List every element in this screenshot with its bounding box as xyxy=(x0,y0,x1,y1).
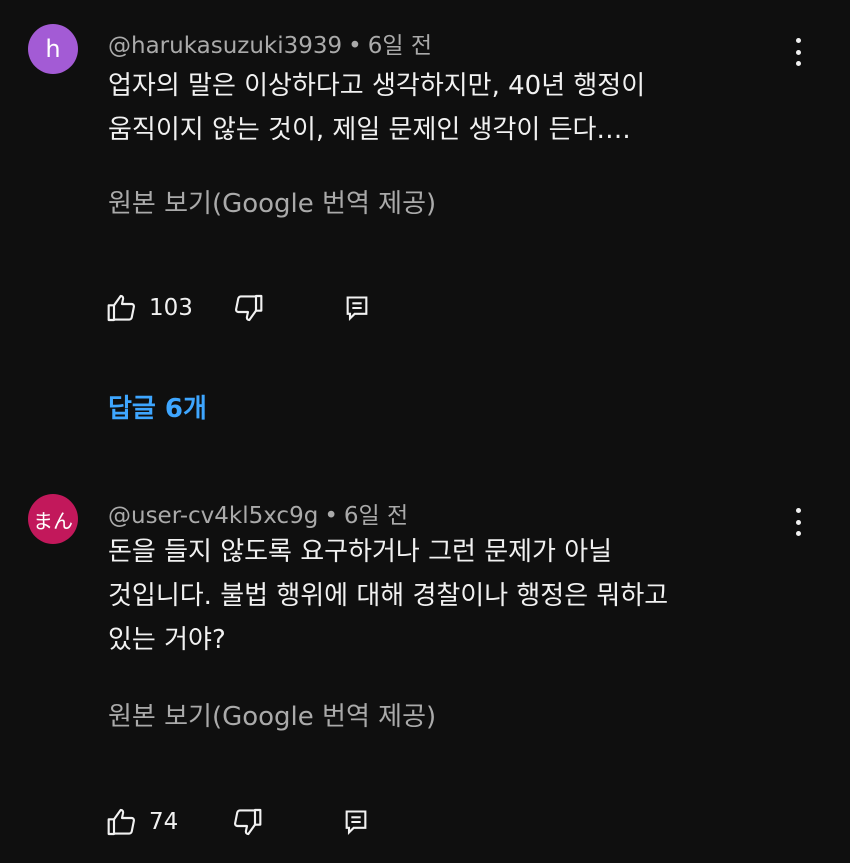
comment-time[interactable]: 6일 전 xyxy=(368,33,432,59)
replies-toggle[interactable]: 답글 6개 xyxy=(108,388,207,425)
like-count: 74 xyxy=(149,809,179,835)
comment-line: 업자의 말은 이상하다고 생각하지만, 40년 행정이 xyxy=(108,71,646,101)
reply-icon xyxy=(346,296,368,322)
avatar[interactable]: まん xyxy=(28,494,78,544)
comment-line: 돈을 들지 않도록 요구하거나 그런 문제가 아닐 xyxy=(108,537,613,567)
dislike-button[interactable] xyxy=(231,292,265,324)
avatar-letter: h xyxy=(45,35,61,63)
thumb-up-icon xyxy=(107,294,135,322)
comment-actions: 103 xyxy=(105,290,371,326)
author-name[interactable]: @user-cv4kl5xc9g xyxy=(108,503,318,529)
thumb-up-icon xyxy=(107,808,135,836)
comment-text: 업자의 말은 이상하다고 생각하지만, 40년 행정이 움직이지 않는 것이, … xyxy=(108,64,768,152)
comment-meta: @harukasuzuki3939 • 6일 전 xyxy=(108,26,432,60)
like-count: 103 xyxy=(149,295,193,321)
comment-1: h @harukasuzuki3939 • 6일 전 업자의 말은 이상하다고 생각… xyxy=(0,0,850,440)
avatar-letter: まん xyxy=(33,508,73,533)
more-vert-icon[interactable] xyxy=(786,504,810,540)
comment-line: 것입니다. 불법 행위에 대해 경찰이나 행정은 뭐하고 xyxy=(108,581,669,611)
comment-meta: @user-cv4kl5xc9g • 6일 전 xyxy=(108,496,408,530)
see-original-link[interactable]: 원본 보기(Google 번역 제공) xyxy=(108,183,436,220)
reply-button[interactable] xyxy=(342,808,370,836)
comment-text: 돈을 들지 않도록 요구하거나 그런 문제가 아닐 것입니다. 불법 행위에 대… xyxy=(108,530,768,662)
thumb-down-icon xyxy=(234,808,262,836)
comment-line: 움직이지 않는 것이, 제일 문제인 생각이 든다…. xyxy=(108,115,631,145)
like-button[interactable]: 74 xyxy=(105,806,178,838)
see-original-link[interactable]: 원본 보기(Google 번역 제공) xyxy=(108,696,436,733)
thumb-down-icon xyxy=(234,294,263,322)
avatar[interactable]: h xyxy=(28,24,78,74)
author-name[interactable]: @harukasuzuki3939 xyxy=(108,33,342,59)
separator-dot: • xyxy=(324,503,338,529)
comment-line: 있는 거야? xyxy=(108,625,226,655)
separator-dot: • xyxy=(348,33,362,59)
reply-icon xyxy=(345,810,367,836)
comment-time[interactable]: 6일 전 xyxy=(344,503,408,529)
comment-actions: 74 xyxy=(105,804,370,840)
dislike-button[interactable] xyxy=(230,806,264,838)
comment-2: まん @user-cv4kl5xc9g • 6일 전 돈을 들지 않도록 요구하거나… xyxy=(0,494,850,863)
more-vert-icon[interactable] xyxy=(786,34,810,70)
like-button[interactable]: 103 xyxy=(105,292,193,324)
reply-button[interactable] xyxy=(343,294,371,322)
